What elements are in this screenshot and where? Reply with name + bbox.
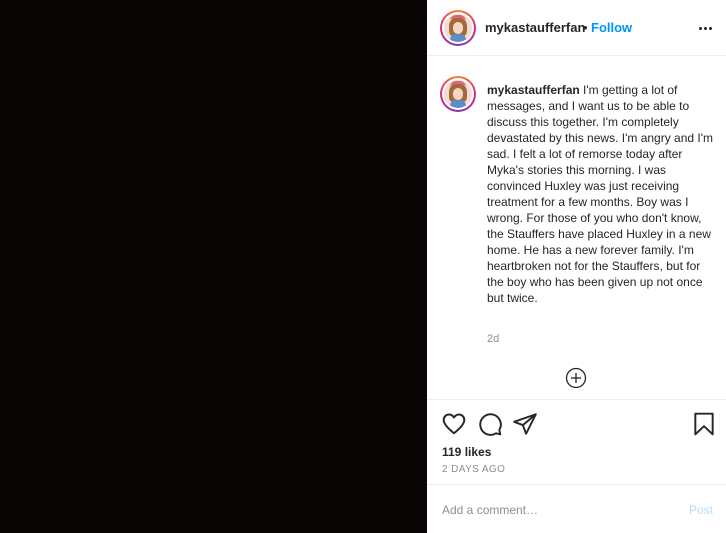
post-comment-button[interactable]: Post bbox=[689, 503, 713, 517]
post-actions: 119 likes 2 DAYS AGO bbox=[427, 401, 726, 485]
comment-input[interactable] bbox=[442, 500, 672, 520]
caption-timestamp[interactable]: 2d bbox=[487, 333, 499, 345]
comments-section: mykastaufferfan I'm getting a lot of mes… bbox=[427, 57, 726, 400]
heart-icon[interactable] bbox=[441, 411, 467, 437]
separator-dot: • bbox=[583, 20, 588, 35]
post-image[interactable] bbox=[0, 0, 427, 533]
more-options-icon[interactable] bbox=[695, 18, 715, 38]
comment-icon[interactable] bbox=[477, 411, 503, 437]
post-date[interactable]: 2 DAYS AGO bbox=[442, 464, 505, 475]
post-caption: mykastaufferfan I'm getting a lot of mes… bbox=[487, 82, 715, 306]
follow-button[interactable]: Follow bbox=[591, 20, 632, 35]
likes-count[interactable]: 119 likes bbox=[442, 445, 491, 459]
caption-username[interactable]: mykastaufferfan bbox=[487, 83, 580, 97]
post-header: mykastaufferfan • Follow bbox=[427, 0, 726, 56]
header-username[interactable]: mykastaufferfan bbox=[485, 20, 585, 35]
share-icon[interactable] bbox=[512, 411, 538, 437]
caption-text: I'm getting a lot of messages, and I wan… bbox=[487, 83, 714, 305]
caption-avatar[interactable] bbox=[440, 76, 476, 112]
add-comment-section: Post bbox=[427, 486, 726, 533]
plus-circle-icon[interactable] bbox=[565, 367, 587, 389]
post-side-panel: mykastaufferfan • Follow mykastaufferfan… bbox=[427, 0, 726, 533]
bookmark-icon[interactable] bbox=[691, 411, 717, 437]
avatar[interactable] bbox=[440, 10, 476, 46]
